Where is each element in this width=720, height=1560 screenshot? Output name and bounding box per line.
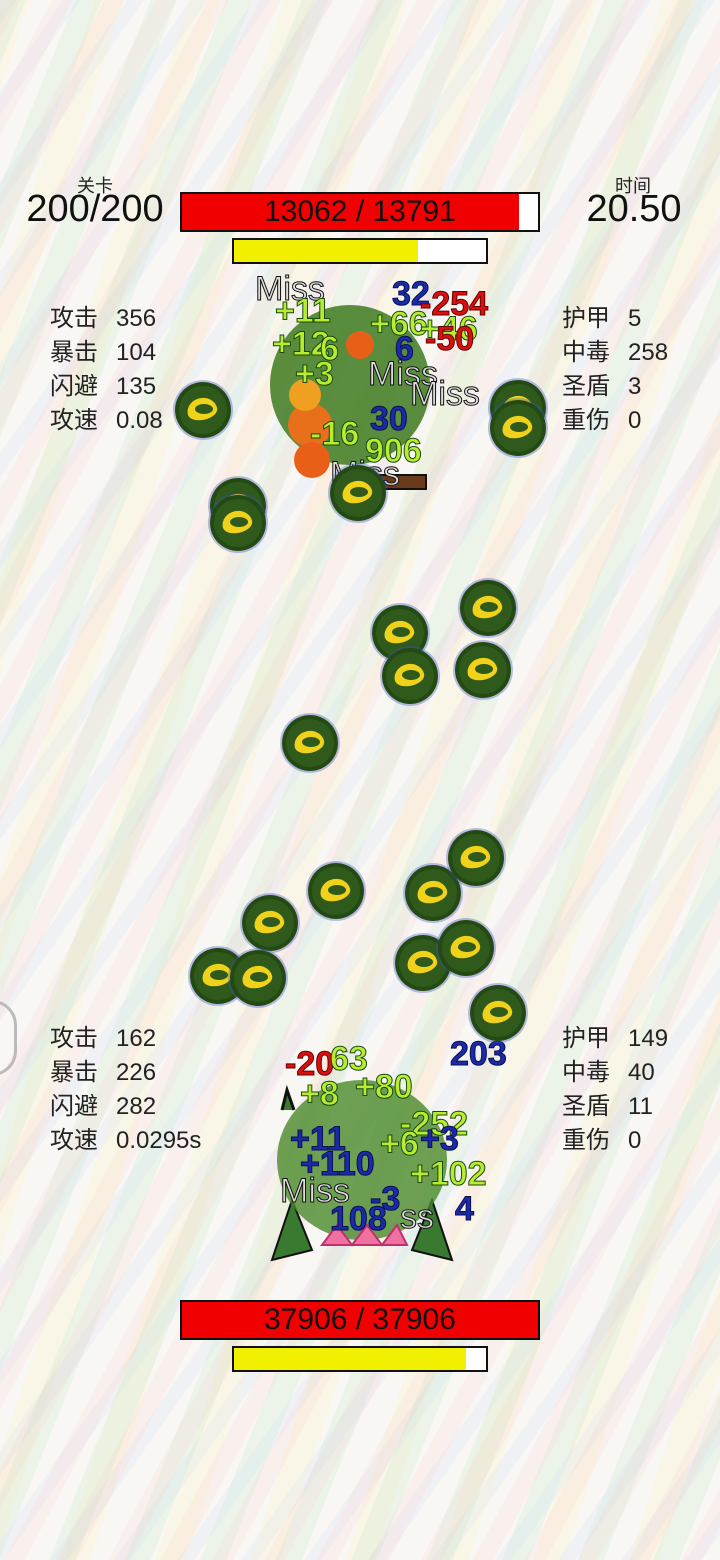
enemy-stat-value: 0.08 xyxy=(116,407,163,434)
enemy-stat-label: 圣盾 xyxy=(562,373,610,400)
player-stat-label: 攻击 xyxy=(50,1025,98,1052)
player-energy-fill xyxy=(234,1348,466,1370)
damage-number: 4 xyxy=(455,1190,475,1229)
player-stat-value: 0 xyxy=(628,1127,642,1154)
enemy-stat-label: 暴击 xyxy=(50,339,98,366)
damage-number: -254 xyxy=(419,285,489,324)
enemy-hp-bar: 13062 / 13791 xyxy=(180,192,540,232)
player-stat-row: 中毒 40 xyxy=(562,1056,668,1090)
player-stat-label: 攻速 xyxy=(50,1127,98,1154)
player-stat-value: 0.0295s xyxy=(116,1127,202,1154)
player-stat-value: 226 xyxy=(116,1059,157,1086)
enemy-stats-right: 护甲 5 中毒 258 圣盾 3 重伤 0 xyxy=(562,302,668,438)
player-hp-text: 37906 / 37906 xyxy=(264,1303,456,1336)
enemy-stat-value: 356 xyxy=(116,305,157,332)
damage-number: +102 xyxy=(410,1155,488,1194)
enemy-energy-bar xyxy=(232,238,488,264)
poison-seed-projectile xyxy=(230,950,286,1006)
player-stat-row: 护甲 149 xyxy=(562,1022,668,1056)
player-stat-value: 162 xyxy=(116,1025,157,1052)
enemy-stat-label: 重伤 xyxy=(562,407,610,434)
damage-number: -16 xyxy=(309,415,360,454)
poison-seed-projectile xyxy=(175,382,231,438)
player-stat-row: 攻速 0.0295s xyxy=(50,1124,201,1158)
player-stat-value: 282 xyxy=(116,1093,157,1120)
poison-seed-projectile xyxy=(242,895,298,951)
player-stat-value: 149 xyxy=(628,1025,669,1052)
enemy-stat-value: 5 xyxy=(628,305,642,332)
poison-seed-projectile xyxy=(490,400,546,456)
player-energy-bar xyxy=(232,1346,488,1372)
poison-seed-projectile xyxy=(460,580,516,636)
player-stat-row: 攻击 162 xyxy=(50,1022,201,1056)
player-stat-label: 重伤 xyxy=(562,1127,610,1154)
enemy-stat-value: 135 xyxy=(116,373,157,400)
enemy-energy-fill xyxy=(234,240,418,262)
enemy-hp-text: 13062 / 13791 xyxy=(264,195,456,228)
poison-seed-projectile xyxy=(455,642,511,698)
player-stat-label: 暴击 xyxy=(50,1059,98,1086)
player-stat-label: 中毒 xyxy=(562,1059,610,1086)
player-stat-label: 护甲 xyxy=(562,1025,610,1052)
player-hp-bar: 37906 / 37906 xyxy=(180,1300,540,1340)
player-stat-value: 40 xyxy=(628,1059,655,1086)
player-stat-value: 11 xyxy=(628,1093,653,1120)
enemy-stat-row: 攻速 0.08 xyxy=(50,404,163,438)
player-stat-row: 重伤 0 xyxy=(562,1124,668,1158)
poison-seed-projectile xyxy=(210,495,266,551)
player-stats-left: 攻击 162 暴击 226 闪避 282 攻速 0.0295s xyxy=(50,1022,201,1158)
enemy-stat-value: 0 xyxy=(628,407,642,434)
time-value: 20.50 xyxy=(586,188,682,230)
poison-seed-projectile xyxy=(438,920,494,976)
player-stat-label: 圣盾 xyxy=(562,1093,610,1120)
poison-seed-projectile xyxy=(470,985,526,1041)
player-stats-right: 护甲 149 中毒 40 圣盾 11 重伤 0 xyxy=(562,1022,668,1158)
enemy-stat-value: 258 xyxy=(628,339,669,366)
enemy-stat-row: 护甲 5 xyxy=(562,302,668,336)
damage-number: Miss xyxy=(410,375,481,414)
poison-seed-projectile xyxy=(448,830,504,886)
enemy-stat-row: 圣盾 3 xyxy=(562,370,668,404)
damage-number: +80 xyxy=(355,1068,414,1107)
enemy-stat-value: 104 xyxy=(116,339,157,366)
enemy-stat-row: 闪避 135 xyxy=(50,370,163,404)
poison-seed-projectile xyxy=(282,715,338,771)
damage-number: -50 xyxy=(424,320,475,359)
damage-number: +3 xyxy=(420,1120,460,1159)
damage-number: 108 xyxy=(330,1200,388,1239)
enemy-stat-row: 暴击 104 xyxy=(50,336,163,370)
poison-seed-projectile xyxy=(330,465,386,521)
poison-seed-projectile xyxy=(308,863,364,919)
enemy-stat-row: 重伤 0 xyxy=(562,404,668,438)
enemy-stat-label: 攻击 xyxy=(50,305,98,332)
poison-seed-projectile xyxy=(382,648,438,704)
level-value: 200/200 xyxy=(26,188,164,230)
player-stat-row: 闪避 282 xyxy=(50,1090,201,1124)
damage-number: ss xyxy=(400,1198,435,1237)
enemy-stat-label: 中毒 xyxy=(562,339,610,366)
enemy-stats-left: 攻击 356 暴击 104 闪避 135 攻速 0.08 xyxy=(50,302,163,438)
enemy-stat-label: 攻速 xyxy=(50,407,98,434)
enemy-stat-label: 护甲 xyxy=(562,305,610,332)
damage-number: +8 xyxy=(300,1075,340,1114)
damage-number: +3 xyxy=(295,355,335,394)
enemy-stat-value: 3 xyxy=(628,373,642,400)
player-stat-label: 闪避 xyxy=(50,1093,98,1120)
enemy-stat-row: 中毒 258 xyxy=(562,336,668,370)
player-stat-row: 暴击 226 xyxy=(50,1056,201,1090)
enemy-stat-label: 闪避 xyxy=(50,373,98,400)
player-stat-row: 圣盾 11 xyxy=(562,1090,668,1124)
enemy-stat-row: 攻击 356 xyxy=(50,302,163,336)
